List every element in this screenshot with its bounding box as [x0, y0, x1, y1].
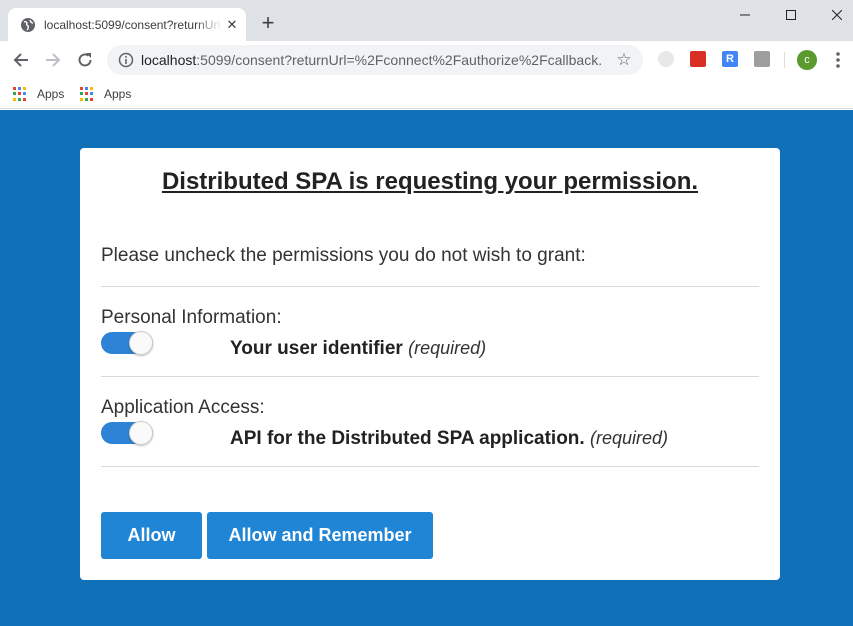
url-host: localhost: [141, 52, 197, 68]
bookmark-star-icon[interactable]: ☆: [615, 51, 633, 69]
scope-required-note: (required): [408, 338, 487, 358]
globe-icon: [21, 18, 35, 32]
toggle-user-identifier[interactable]: [101, 331, 153, 355]
divider: [101, 376, 759, 377]
tab-title: localhost:5099/consent?returnUrl=%2Fconn…: [44, 18, 222, 32]
bookmark-apps[interactable]: Apps: [13, 84, 64, 104]
close-icon[interactable]: ✕: [224, 17, 240, 33]
scope-name: API for the Distributed SPA application.: [230, 428, 585, 449]
scope-required-note: (required): [589, 428, 669, 448]
info-icon[interactable]: [118, 52, 134, 68]
consent-instructions: Please uncheck the permissions you do no…: [101, 245, 586, 266]
bookmarks-bar: Apps Apps: [0, 79, 853, 109]
browser-tab[interactable]: localhost:5099/consent?returnUrl=%2Fconn…: [8, 8, 246, 41]
extension-icon[interactable]: [690, 51, 706, 67]
toolbar-divider: [784, 52, 785, 68]
browser-toolbar: localhost:5099/consent?returnUrl=%2Fconn…: [0, 41, 853, 79]
bookmark-label: Apps: [104, 87, 132, 101]
apps-grid-icon: [13, 87, 27, 101]
group-label-personal-information: Personal Information:: [101, 307, 282, 328]
url-path: :5099/consent?returnUrl=%2Fconnect%2Faut…: [196, 52, 601, 68]
reload-icon[interactable]: [71, 46, 99, 74]
profile-avatar[interactable]: c: [797, 50, 817, 70]
group-label-application-access: Application Access:: [101, 397, 265, 418]
extension-icon[interactable]: R: [722, 51, 738, 67]
page-background: Distributed SPA is requesting your permi…: [0, 110, 853, 626]
divider: [101, 286, 759, 287]
bookmark-label: Apps: [37, 87, 65, 101]
back-arrow-icon[interactable]: [7, 46, 35, 74]
window-close-icon[interactable]: [814, 0, 853, 30]
divider: [101, 466, 759, 467]
toggle-api-access[interactable]: [101, 421, 153, 445]
url-text: localhost:5099/consent?returnUrl=%2Fconn…: [141, 52, 601, 68]
allow-and-remember-button[interactable]: Allow and Remember: [207, 512, 433, 559]
consent-card: Distributed SPA is requesting your permi…: [80, 148, 780, 580]
scope-api-access: API for the Distributed SPA application.…: [230, 427, 668, 450]
toggle-knob: [129, 331, 153, 355]
extension-icon[interactable]: [658, 51, 674, 67]
scope-user-identifier: Your user identifier (required): [230, 337, 486, 360]
page-title: Distributed SPA is requesting your permi…: [161, 168, 699, 195]
more-menu-icon[interactable]: [830, 50, 846, 70]
scope-name: Your user identifier: [230, 338, 403, 359]
address-bar[interactable]: localhost:5099/consent?returnUrl=%2Fconn…: [107, 45, 643, 75]
bookmark-apps[interactable]: Apps: [80, 84, 131, 104]
forward-arrow-icon[interactable]: [39, 46, 67, 74]
allow-button[interactable]: Allow: [101, 512, 202, 559]
minimize-icon[interactable]: [722, 0, 768, 30]
toggle-knob: [129, 421, 153, 445]
new-tab-button[interactable]: +: [256, 12, 280, 36]
tab-strip: localhost:5099/consent?returnUrl=%2Fconn…: [0, 0, 853, 41]
apps-grid-icon: [80, 87, 94, 101]
extension-icon[interactable]: [754, 51, 770, 67]
maximize-icon[interactable]: [768, 0, 814, 30]
